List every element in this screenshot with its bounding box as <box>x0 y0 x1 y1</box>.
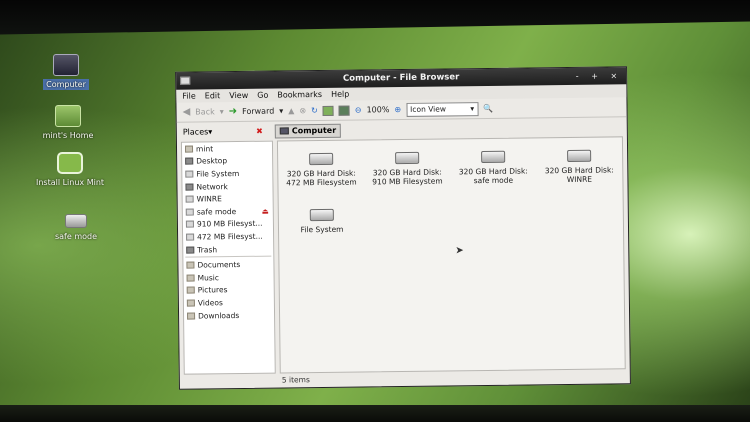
hard-drive-icon <box>309 152 334 166</box>
hard-drive-icon <box>481 150 506 164</box>
home-folder-icon[interactable] <box>322 105 334 116</box>
monitor-bezel-bottom <box>0 405 750 422</box>
sidebar-item-file-system[interactable]: File System <box>182 167 272 181</box>
sidebar-item-safe-mode[interactable]: safe mode ⏏ <box>183 205 273 219</box>
sidebar-item-trash[interactable]: Trash <box>183 242 273 256</box>
stop-icon[interactable]: ⊗ <box>299 106 306 115</box>
menu-help[interactable]: Help <box>331 88 349 101</box>
desktop-icon-computer[interactable]: Computer <box>26 54 106 90</box>
desktop-icon-safe-mode[interactable]: safe mode <box>36 210 116 241</box>
window-controls: - + × <box>576 67 623 85</box>
menu-file[interactable]: File <box>182 90 196 103</box>
linux-mint-logo-icon <box>57 152 83 174</box>
view-mode-value: Icon View <box>410 103 447 114</box>
sidebar-item-documents[interactable]: Documents <box>183 258 273 272</box>
desktop-icon-label: mint's Home <box>42 131 94 140</box>
back-button[interactable]: Back <box>195 107 215 116</box>
network-icon <box>185 183 194 191</box>
places-dropdown[interactable]: Places▾ <box>183 127 213 136</box>
desktop-icon-install[interactable]: Install Linux Mint <box>30 152 110 187</box>
folder-icon <box>187 312 196 320</box>
file-item[interactable]: File System <box>279 208 365 234</box>
folder-icon <box>186 261 195 269</box>
maximize-button[interactable]: + <box>591 72 603 81</box>
hard-drive-icon <box>309 208 334 222</box>
zoom-in-icon[interactable]: ⊕ <box>394 105 401 114</box>
desktop-icon-home[interactable]: mint's Home <box>28 105 108 140</box>
desktop-icon-label: Install Linux Mint <box>35 178 105 187</box>
sidebar-item-mint[interactable]: mint <box>182 142 272 156</box>
places-sidebar: mint Desktop File System Network WINRE s… <box>180 140 276 375</box>
minimize-button[interactable]: - <box>576 72 584 81</box>
sidebar-item-910mb[interactable]: 910 MB Filesyst... <box>183 217 273 231</box>
menu-view[interactable]: View <box>229 89 248 102</box>
folder-icon <box>186 286 195 294</box>
computer-icon <box>53 54 79 76</box>
file-item[interactable]: 320 GB Hard Disk: WINRE <box>536 149 622 184</box>
folder-icon <box>186 299 195 307</box>
search-icon[interactable]: 🔍 <box>483 104 493 113</box>
sidebar-item-videos[interactable]: Videos <box>184 296 274 310</box>
file-item[interactable]: 320 GB Hard Disk: 910 MB Filesystem <box>364 151 450 186</box>
trash-icon <box>186 246 195 254</box>
menu-go[interactable]: Go <box>257 89 268 102</box>
hard-drive-icon <box>567 149 592 162</box>
eject-icon[interactable]: ⏏ <box>262 206 269 215</box>
computer-icon <box>279 127 289 135</box>
up-arrow-icon[interactable]: ▲ <box>288 106 294 115</box>
home-folder-icon <box>55 105 81 127</box>
drive-icon <box>185 170 194 178</box>
reload-icon[interactable]: ↻ <box>311 106 318 115</box>
drive-icon <box>186 233 195 241</box>
sidebar-item-downloads[interactable]: Downloads <box>184 308 274 322</box>
menu-edit[interactable]: Edit <box>205 89 221 102</box>
file-item[interactable]: 320 GB Hard Disk: 472 MB Filesystem <box>278 152 364 187</box>
hard-drive-icon <box>65 214 87 228</box>
drive-icon <box>185 195 194 203</box>
chevron-down-icon: ▾ <box>470 103 475 113</box>
desktop-icon-label: Computer <box>43 79 89 90</box>
mouse-cursor-icon: ➤ <box>455 245 464 257</box>
forward-dropdown-icon[interactable]: ▾ <box>279 106 283 115</box>
desktop-icon-label: safe mode <box>54 232 98 241</box>
places-header: Places▾ ✖ <box>183 127 269 137</box>
zoom-out-icon[interactable]: ⊖ <box>355 105 362 114</box>
file-item[interactable]: 320 GB Hard Disk: safe mode <box>450 150 536 185</box>
menu-bookmarks[interactable]: Bookmarks <box>277 88 322 102</box>
sidebar-item-winre[interactable]: WINRE <box>183 192 273 206</box>
view-mode-select[interactable]: Icon View ▾ <box>406 101 479 117</box>
sidebar-item-network[interactable]: Network <box>182 179 272 193</box>
sidebar-item-pictures[interactable]: Pictures <box>184 283 274 297</box>
drive-icon <box>185 220 194 229</box>
back-arrow-icon: ◀ <box>182 106 191 118</box>
drive-icon <box>185 208 194 216</box>
sidebar-item-desktop[interactable]: Desktop <box>182 154 272 168</box>
forward-arrow-icon: ➜ <box>228 106 238 118</box>
desktop-icon <box>185 157 194 166</box>
window-app-icon <box>180 76 191 85</box>
close-sidebar-icon[interactable]: ✖ <box>256 127 263 136</box>
window-title: Computer - File Browser <box>342 72 460 84</box>
home-folder-icon <box>184 145 194 153</box>
forward-button[interactable]: Forward <box>242 107 274 116</box>
folder-icon <box>186 274 195 282</box>
zoom-level: 100% <box>366 105 390 115</box>
item-count: 5 items <box>281 375 310 385</box>
back-dropdown-icon[interactable]: ▾ <box>220 107 224 116</box>
hard-drive-icon <box>395 151 420 165</box>
close-button[interactable]: × <box>610 71 622 80</box>
sidebar-item-472mb[interactable]: 472 MB Filesyst... <box>183 230 273 244</box>
file-browser-window: Computer - File Browser - + × File Edit … <box>175 66 631 390</box>
sidebar-item-music[interactable]: Music <box>184 271 274 285</box>
computer-icon[interactable] <box>338 105 350 116</box>
browser-body: mint Desktop File System Network WINRE s… <box>177 136 630 375</box>
file-view[interactable]: 320 GB Hard Disk: 472 MB Filesystem 320 … <box>276 136 626 374</box>
breadcrumb-computer[interactable]: Computer <box>274 123 342 139</box>
